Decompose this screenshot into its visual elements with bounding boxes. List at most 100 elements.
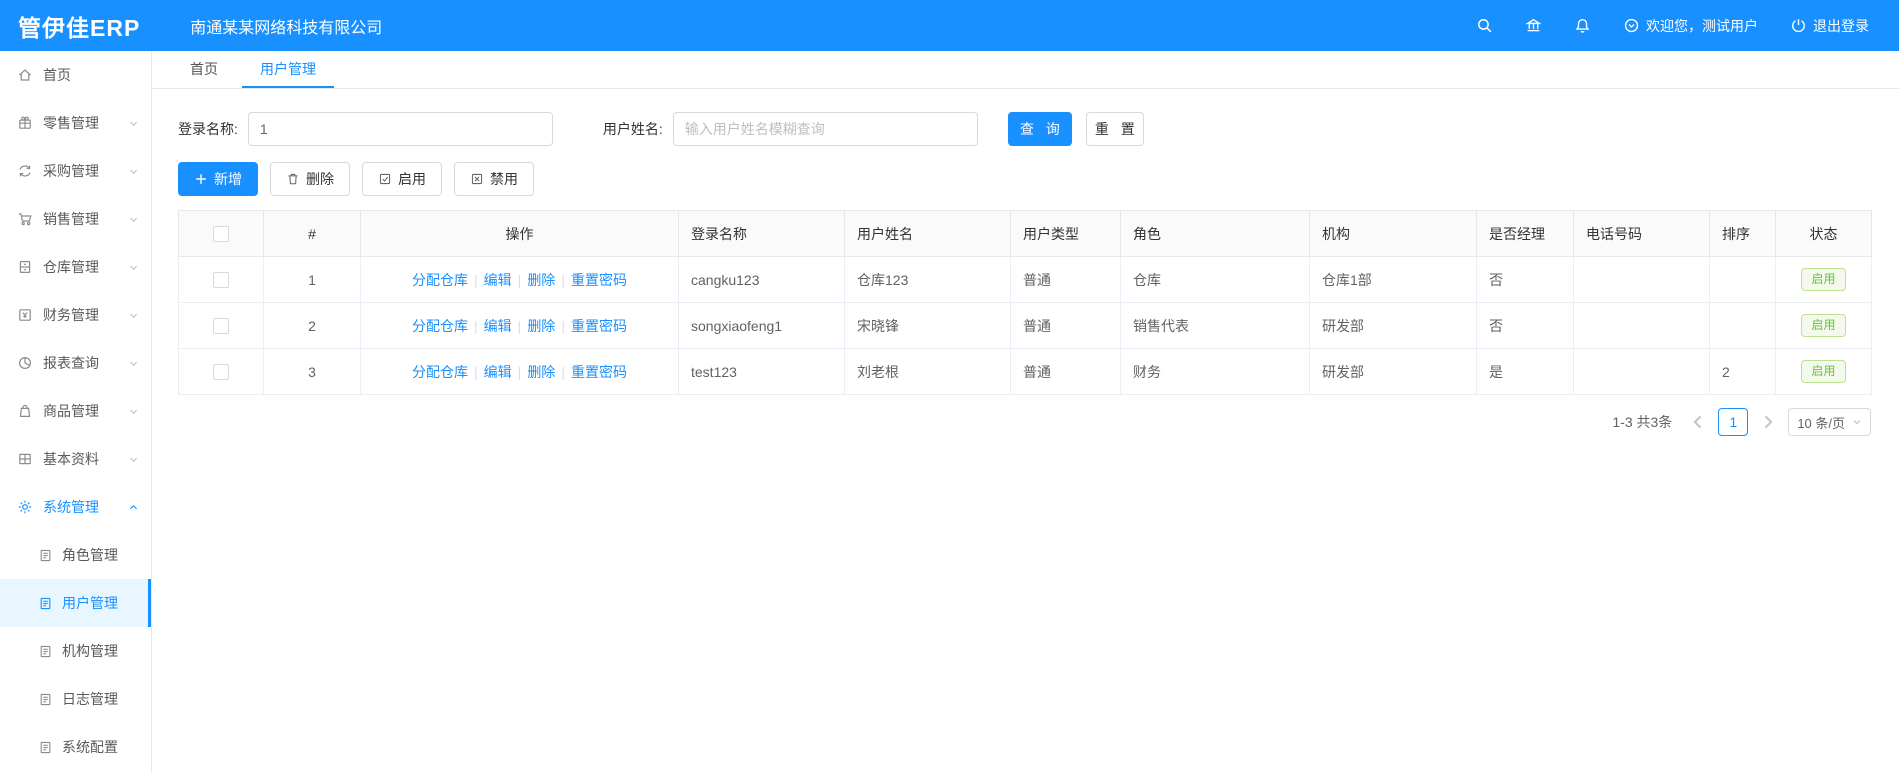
reset-password-link[interactable]: 重置密码 [571, 318, 627, 334]
sidebar-item-label: 零售管理 [43, 115, 99, 131]
col-phone: 电话号码 [1573, 210, 1710, 257]
gear-icon [17, 499, 33, 515]
sidebar-item-finance[interactable]: 财务管理 [0, 291, 151, 339]
sidebar-item-system[interactable]: 系统管理 [0, 483, 151, 531]
cell-num: 1 [263, 256, 361, 303]
plus-icon [194, 172, 208, 186]
sidebar-item-sales[interactable]: 销售管理 [0, 195, 151, 243]
edit-link[interactable]: 编辑 [484, 364, 512, 380]
sidebar-item-label: 首页 [43, 67, 71, 83]
cell-phone [1573, 348, 1710, 395]
sidebar-item-purchase[interactable]: 采购管理 [0, 147, 151, 195]
chevron-down-icon [128, 166, 139, 177]
assign-warehouse-link[interactable]: 分配仓库 [412, 364, 468, 380]
page-number-button[interactable]: 1 [1718, 408, 1749, 436]
row-checkbox[interactable] [213, 318, 229, 335]
assign-warehouse-link[interactable]: 分配仓库 [412, 318, 468, 334]
user-name-input[interactable] [672, 112, 978, 146]
document-icon [38, 740, 53, 755]
sidebar-subitem-logs[interactable]: 日志管理 [0, 675, 151, 723]
delete-button[interactable]: 删除 [270, 162, 350, 196]
edit-link[interactable]: 编辑 [484, 272, 512, 288]
chevron-down-icon [128, 406, 139, 417]
table-header-row: # 操作 登录名称 用户姓名 用户类型 角色 机构 是否经理 电话号码 排序 状… [178, 210, 1872, 257]
logout-button[interactable]: 退出登录 [1790, 16, 1869, 36]
sidebar-item-retail[interactable]: 零售管理 [0, 99, 151, 147]
sidebar-item-goods[interactable]: 商品管理 [0, 387, 151, 435]
delete-link[interactable]: 删除 [527, 272, 555, 288]
cart-icon [17, 211, 33, 227]
sidebar-item-label: 基本资料 [43, 451, 99, 467]
topbar-actions: 欢迎您，测试用户 退出登录 [1476, 16, 1869, 36]
tab-user-management[interactable]: 用户管理 [242, 51, 334, 88]
delete-link[interactable]: 删除 [527, 318, 555, 334]
gift-icon [17, 115, 33, 131]
enable-button[interactable]: 启用 [362, 162, 442, 196]
cell-type: 普通 [1010, 302, 1121, 349]
select-all-checkbox[interactable] [213, 226, 229, 243]
login-name-label: 登录名称: [178, 121, 238, 137]
sidebar-item-home[interactable]: 首页 [0, 51, 151, 99]
page-content: 登录名称: 用户姓名: 查 询 重 置 新增 [152, 89, 1899, 436]
chevron-down-icon [1852, 417, 1862, 427]
cell-role: 销售代表 [1120, 302, 1310, 349]
status-badge: 启用 [1801, 314, 1846, 337]
company-name: 南通某某网络科技有限公司 [190, 19, 383, 37]
document-icon [38, 644, 53, 659]
bell-icon[interactable] [1574, 17, 1591, 34]
prev-page-icon[interactable] [1688, 412, 1708, 432]
add-button[interactable]: 新增 [178, 162, 258, 196]
col-name: 用户姓名 [844, 210, 1011, 257]
col-type: 用户类型 [1010, 210, 1121, 257]
sidebar-item-label: 销售管理 [43, 211, 99, 227]
row-checkbox[interactable] [213, 272, 229, 289]
reset-button[interactable]: 重 置 [1085, 112, 1144, 146]
tab-label: 首页 [190, 60, 218, 77]
disable-button[interactable]: 禁用 [454, 162, 534, 196]
next-page-icon[interactable] [1758, 412, 1778, 432]
tab-home[interactable]: 首页 [172, 51, 236, 88]
login-name-input[interactable] [247, 112, 553, 146]
row-checkbox[interactable] [213, 364, 229, 381]
sidebar-item-warehouse[interactable]: 仓库管理 [0, 243, 151, 291]
pie-chart-icon [17, 355, 33, 371]
user-table: # 操作 登录名称 用户姓名 用户类型 角色 机构 是否经理 电话号码 排序 状… [178, 210, 1872, 395]
sidebar-subitem-orgs[interactable]: 机构管理 [0, 627, 151, 675]
user-menu[interactable]: 欢迎您，测试用户 [1623, 16, 1758, 36]
assign-warehouse-link[interactable]: 分配仓库 [412, 272, 468, 288]
sidebar-item-label: 采购管理 [43, 163, 99, 179]
bank-icon[interactable] [1525, 17, 1542, 34]
tab-label: 用户管理 [260, 60, 316, 77]
reset-password-link[interactable]: 重置密码 [571, 272, 627, 288]
sidebar-subitem-label: 角色管理 [62, 547, 118, 563]
sidebar-item-label: 财务管理 [43, 307, 99, 323]
sidebar-subitem-roles[interactable]: 角色管理 [0, 531, 151, 579]
col-status: 状态 [1775, 210, 1872, 257]
table-row: 2 分配仓库 | 编辑 | 删除 | 重置密码 songxiaofeng1 宋晓锋 普通 销… [178, 302, 1872, 349]
sidebar-item-basedata[interactable]: 基本资料 [0, 435, 151, 483]
col-role: 角色 [1120, 210, 1310, 257]
sidebar-subitem-config[interactable]: 系统配置 [0, 723, 151, 771]
chevron-down-icon [128, 262, 139, 273]
user-name-label: 用户姓名: [602, 121, 663, 137]
sidebar-item-reports[interactable]: 报表查询 [0, 339, 151, 387]
edit-link[interactable]: 编辑 [484, 318, 512, 334]
query-button[interactable]: 查 询 [1007, 112, 1072, 146]
cell-phone [1573, 256, 1710, 303]
cell-phone [1573, 302, 1710, 349]
cell-manager: 否 [1476, 302, 1574, 349]
delete-link[interactable]: 删除 [527, 364, 555, 380]
logout-icon [1790, 17, 1807, 34]
logout-label: 退出登录 [1813, 17, 1869, 34]
cell-type: 普通 [1010, 348, 1121, 395]
col-sort: 排序 [1709, 210, 1776, 257]
col-num: # [263, 210, 361, 257]
enable-label: 启用 [398, 171, 426, 187]
reset-password-link[interactable]: 重置密码 [571, 364, 627, 380]
sidebar-subitem-users[interactable]: 用户管理 [0, 579, 151, 627]
page-size-select[interactable]: 10 条/页 [1788, 408, 1871, 436]
col-manager: 是否经理 [1476, 210, 1574, 257]
search-icon[interactable] [1476, 17, 1493, 34]
chevron-up-icon [128, 502, 139, 513]
cell-type: 普通 [1010, 256, 1121, 303]
